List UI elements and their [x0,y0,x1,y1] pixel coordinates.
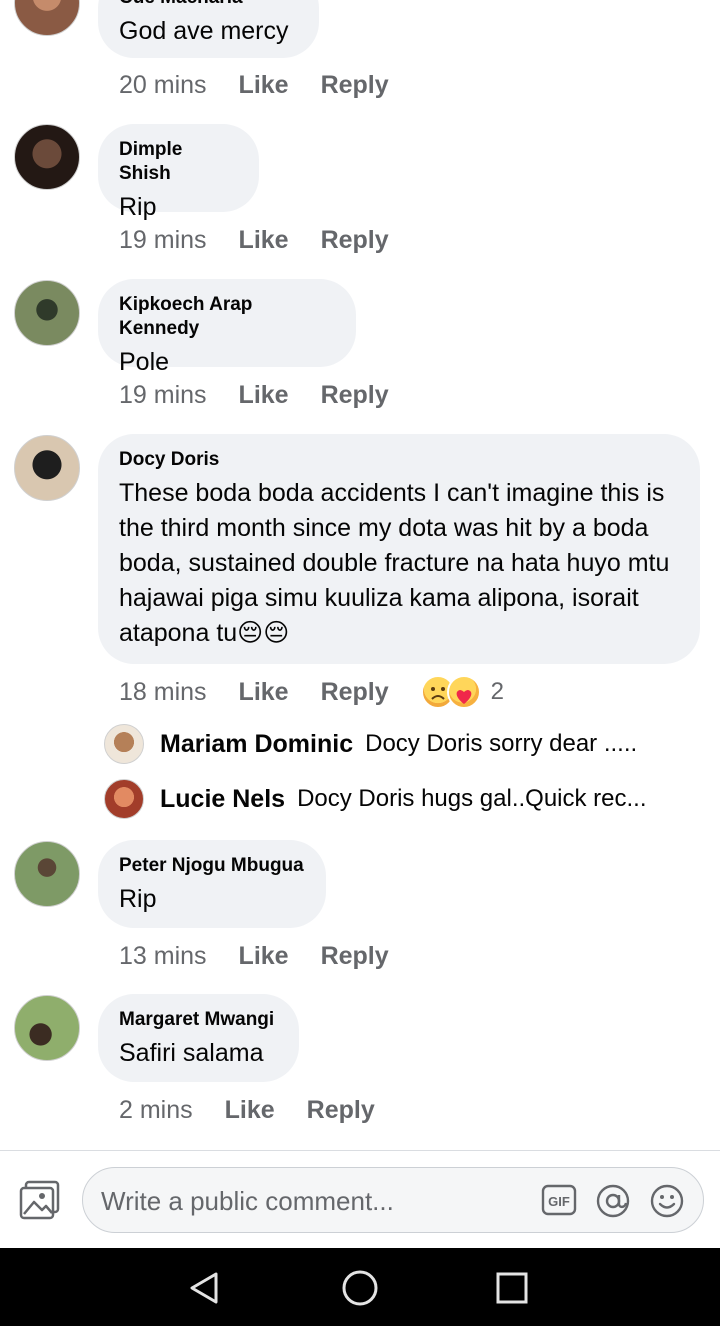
comment-bubble[interactable]: Dimple Shish Rip [98,124,259,221]
recents-icon[interactable] [490,1266,534,1310]
comment-author[interactable]: Margaret Mwangi [119,1008,278,1032]
comment-author[interactable]: Docy Doris [119,448,682,472]
comment-text: Rip [119,885,157,913]
like-button[interactable]: Like [239,942,289,971]
commenter-avatar[interactable] [14,280,80,346]
reply-button[interactable]: Reply [321,381,389,410]
reply-preview[interactable]: Mariam Dominic Docy Doris sorry dear ...… [104,723,637,765]
comment-text: Safiri salama [119,1039,264,1067]
comment-text: God ave mercy [119,17,289,45]
reply-preview[interactable]: Lucie Nels Docy Doris hugs gal..Quick re… [104,778,647,820]
reply-author[interactable]: Mariam Dominic [160,730,353,759]
comment-time[interactable]: 13 mins [119,942,207,971]
comment-bubble[interactable]: Cue Macharia God ave mercy [98,0,319,58]
comment-time[interactable]: 2 mins [119,1096,193,1125]
comment-time[interactable]: 19 mins [119,226,207,255]
like-button[interactable]: Like [239,71,289,100]
comment-text: Pole [119,348,170,376]
reply-avatar[interactable] [104,724,144,764]
reply-button[interactable]: Reply [321,226,389,255]
care-hug-icon [446,675,481,709]
reply-author[interactable]: Lucie Nels [160,785,285,814]
home-icon[interactable] [338,1266,382,1310]
photo-icon[interactable] [18,1180,62,1220]
reply-text: Docy Doris hugs gal..Quick rec... [297,785,647,812]
comment-author[interactable]: Cue Macharia [119,0,298,10]
like-button[interactable]: Like [225,1096,275,1125]
comment-input[interactable]: Write a public comment... GIF [82,1167,704,1233]
reply-avatar[interactable] [104,779,144,819]
comment-actions: 19 mins Like Reply [119,224,421,256]
svg-text:GIF: GIF [548,1194,570,1209]
comment-time[interactable]: 18 mins [119,678,207,707]
commenter-avatar[interactable] [14,841,80,907]
comment-actions: 13 mins Like Reply [119,940,421,972]
comment-bubble[interactable]: Margaret Mwangi Safiri salama [98,994,299,1082]
like-button[interactable]: Like [239,381,289,410]
comment-bubble[interactable]: Docy Doris These boda boda accidents I c… [98,434,700,664]
comments-feed[interactable]: Cue Macharia God ave mercy 20 mins Like … [0,0,720,1150]
comment-actions: 2 mins Like Reply [119,1094,407,1126]
commenter-avatar[interactable] [14,995,80,1061]
emoji-icon[interactable] [649,1183,685,1219]
reply-button[interactable]: Reply [307,1096,375,1125]
comment-actions: 18 mins Like Reply 2 [119,675,505,709]
mention-icon[interactable] [595,1183,631,1219]
reply-button[interactable]: Reply [321,678,389,707]
commenter-avatar[interactable] [14,124,80,190]
comment-text: Rip [119,193,157,221]
comment-actions: 20 mins Like Reply [119,69,421,101]
reply-button[interactable]: Reply [321,942,389,971]
commenter-avatar[interactable] [14,435,80,501]
comment-input-placeholder: Write a public comment... [101,1186,394,1216]
comment-actions: 19 mins Like Reply [119,379,421,411]
comment-author[interactable]: Dimple Shish [119,138,238,186]
reaction-count: 2 [490,678,505,705]
comment-bubble[interactable]: Peter Njogu Mbugua Rip [98,840,326,928]
comment-bubble[interactable]: Kipkoech Arap Kennedy Pole [98,279,356,376]
like-button[interactable]: Like [239,226,289,255]
like-button[interactable]: Like [239,678,289,707]
reply-text: Docy Doris sorry dear ..... [365,730,638,757]
back-icon[interactable] [184,1266,228,1310]
system-navigation-bar [0,1248,720,1326]
comment-author[interactable]: Peter Njogu Mbugua [119,854,305,878]
comment-time[interactable]: 20 mins [119,71,207,100]
reaction-summary[interactable]: 2 [420,675,505,709]
comment-time[interactable]: 19 mins [119,381,207,410]
comment-text: These boda boda accidents I can't imagin… [119,479,670,647]
reply-button[interactable]: Reply [321,71,389,100]
comment-composer: Write a public comment... GIF [0,1150,720,1248]
gif-icon[interactable]: GIF [541,1184,577,1216]
comment-author[interactable]: Kipkoech Arap Kennedy [119,293,335,341]
commenter-avatar[interactable] [14,0,80,36]
